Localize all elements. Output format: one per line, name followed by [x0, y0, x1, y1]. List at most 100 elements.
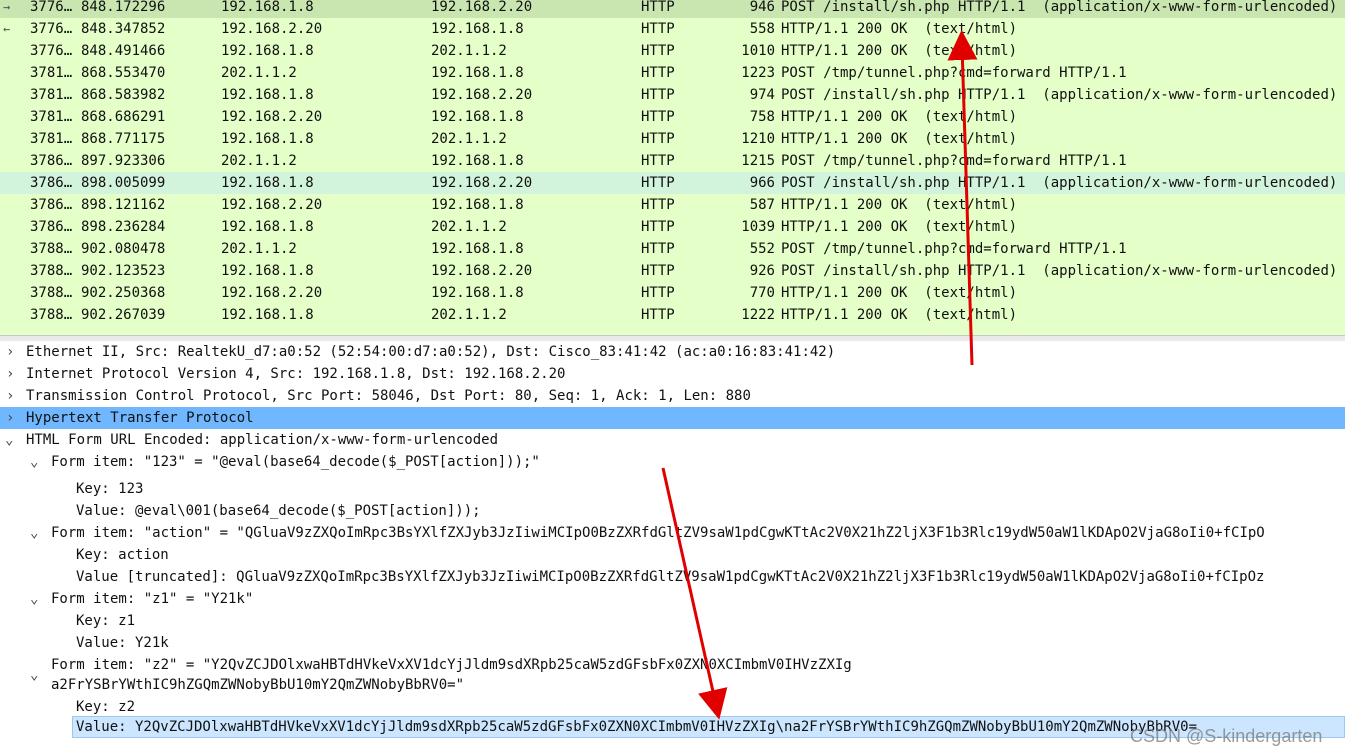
- packet-no: 3781…: [30, 131, 73, 147]
- packet-time: 868.686291: [81, 109, 166, 125]
- packet-dst: 192.168.1.8: [431, 109, 524, 125]
- tree-key[interactable]: Key: 123: [0, 478, 1345, 500]
- packet-proto: HTTP: [641, 131, 675, 147]
- tree-ip[interactable]: › Internet Protocol Version 4, Src: 192.…: [0, 363, 1345, 385]
- packet-row[interactable]: 3788… 902.250368 192.168.2.20 192.168.1.8 HT…: [0, 282, 1345, 304]
- packet-row[interactable]: 3776… 848.491466 192.168.1.8 202.1.1.2 HTTP 1…: [0, 40, 1345, 62]
- watermark: CSDN @S-kindergarten: [1130, 726, 1323, 746]
- packet-row[interactable]: 3776… 848.172296 192.168.1.8 192.168.2.20 HT…: [0, 0, 1345, 18]
- packet-list[interactable]: 3776… 848.172296 192.168.1.8 192.168.2.20 HT…: [0, 0, 1345, 336]
- tree-tcp[interactable]: › Transmission Control Protocol, Src Por…: [0, 385, 1345, 407]
- packet-row[interactable]: 3781… 868.583982 192.168.1.8 192.168.2.20 HT…: [0, 84, 1345, 106]
- packet-info: HTTP/1.1 200 OK (text/html): [781, 285, 1018, 301]
- packet-no: 3786…: [30, 197, 73, 213]
- packet-dst: 192.168.1.8: [431, 21, 524, 37]
- tree-form-item-123[interactable]: ⌄ Form item: "123" = "@eval(base64_decod…: [0, 451, 1345, 473]
- packet-row[interactable]: 3786… 898.005099 192.168.1.8 192.168.2.20 HT…: [0, 172, 1345, 194]
- tree-key[interactable]: Key: z1: [0, 610, 1345, 632]
- packet-time: 848.347852: [81, 21, 166, 37]
- tree-form-item-action[interactable]: ⌄ Form item: "action" = "QGluaV9zZXQoImR…: [0, 522, 1345, 544]
- packet-len: 1215: [741, 153, 775, 169]
- packet-row[interactable]: 3786… 897.923306 202.1.1.2 192.168.1.8 HTTP 1…: [0, 150, 1345, 172]
- packet-dst: 202.1.1.2: [431, 131, 507, 147]
- packet-details-pane[interactable]: › Ethernet II, Src: RealtekU_d7:a0:52 (5…: [0, 341, 1345, 756]
- packet-no: 3776…: [30, 0, 73, 15]
- packet-row[interactable]: 3776… 848.347852 192.168.2.20 192.168.1.8 HT…: [0, 18, 1345, 40]
- packet-proto: HTTP: [641, 0, 675, 15]
- chevron-down-icon[interactable]: ⌄: [5, 429, 13, 451]
- packet-no: 3781…: [30, 87, 73, 103]
- packet-proto: HTTP: [641, 307, 675, 323]
- packet-len: 587: [749, 197, 775, 213]
- packet-proto: HTTP: [641, 197, 675, 213]
- tree-form-item-z2[interactable]: Form item: "z2" = "Y2QvZCJDOlxwaHBTdHVke…: [0, 654, 1345, 676]
- packet-time: 868.583982: [81, 87, 166, 103]
- packet-src: 202.1.1.2: [221, 65, 297, 81]
- packet-src: 192.168.2.20: [221, 109, 323, 125]
- packet-row[interactable]: 3786… 898.236284 192.168.1.8 202.1.1.2 HTTP 1…: [0, 216, 1345, 238]
- packet-len: 558: [749, 21, 775, 37]
- packet-info: POST /tmp/tunnel.php?cmd=forward HTTP/1.…: [781, 65, 1127, 81]
- chevron-right-icon[interactable]: ›: [6, 385, 14, 407]
- packet-info: HTTP/1.1 200 OK (text/html): [781, 21, 1018, 37]
- packet-no: 3786…: [30, 153, 73, 169]
- chevron-right-icon[interactable]: ›: [6, 407, 14, 429]
- packet-dst: 192.168.2.20: [431, 87, 533, 103]
- packet-row[interactable]: 3786… 898.121162 192.168.2.20 192.168.1.8 HT…: [0, 194, 1345, 216]
- chevron-right-icon[interactable]: ›: [6, 363, 14, 385]
- chevron-down-icon[interactable]: ⌄: [30, 674, 38, 686]
- packet-time: 898.005099: [81, 175, 166, 191]
- tree-label: Form item: "action" = "QGluaV9zZXQoImRpc…: [51, 525, 1265, 541]
- tree-value[interactable]: Value [truncated]: QGluaV9zZXQoImRpc3BsY…: [0, 566, 1345, 588]
- packet-info: HTTP/1.1 200 OK (text/html): [781, 219, 1018, 235]
- packet-info: HTTP/1.1 200 OK (text/html): [781, 307, 1018, 323]
- tree-key[interactable]: Key: z2: [0, 696, 1345, 718]
- packet-len: 1223: [741, 65, 775, 81]
- packet-src: 202.1.1.2: [221, 153, 297, 169]
- packet-len: 1222: [741, 307, 775, 323]
- packet-src: 192.168.1.8: [221, 219, 314, 235]
- packet-proto: HTTP: [641, 65, 675, 81]
- tree-form[interactable]: ⌄ HTML Form URL Encoded: application/x-w…: [0, 429, 1345, 451]
- packet-row[interactable]: 3781… 868.686291 192.168.2.20 192.168.1.8 HT…: [0, 106, 1345, 128]
- packet-row[interactable]: 3788… 902.267039 192.168.1.8 202.1.1.2 HTTP 1…: [0, 304, 1345, 326]
- packet-time: 902.267039: [81, 307, 166, 323]
- packet-dst: 192.168.1.8: [431, 197, 524, 213]
- packet-src: 192.168.2.20: [221, 21, 323, 37]
- packet-info: POST /tmp/tunnel.php?cmd=forward HTTP/1.…: [781, 241, 1127, 257]
- tree-value[interactable]: Value: @eval\001(base64_decode($_POST[ac…: [0, 500, 1345, 522]
- packet-time: 897.923306: [81, 153, 166, 169]
- packet-row[interactable]: 3781… 868.553470 202.1.1.2 192.168.1.8 HTTP 1…: [0, 62, 1345, 84]
- packet-proto: HTTP: [641, 87, 675, 103]
- tree-ethernet[interactable]: › Ethernet II, Src: RealtekU_d7:a0:52 (5…: [0, 341, 1345, 363]
- packet-time: 868.771175: [81, 131, 166, 147]
- tree-label: HTML Form URL Encoded: application/x-www…: [26, 432, 499, 448]
- tree-form-item-z2-cont[interactable]: ⌄ a2FrYSBrYWthIC9hZGQmZWNobyBbU10mY2QmZW…: [0, 674, 1345, 696]
- packet-src: 202.1.1.2: [221, 241, 297, 257]
- packet-row[interactable]: 3781… 868.771175 192.168.1.8 202.1.1.2 HTTP 1…: [0, 128, 1345, 150]
- request-marker-icon: →: [3, 0, 11, 14]
- chevron-right-icon[interactable]: ›: [6, 341, 14, 363]
- packet-row[interactable]: 3788… 902.123523 192.168.1.8 192.168.2.20 HT…: [0, 260, 1345, 282]
- packet-src: 192.168.1.8: [221, 131, 314, 147]
- chevron-down-icon[interactable]: ⌄: [30, 451, 38, 473]
- packet-time: 902.080478: [81, 241, 166, 257]
- packet-len: 974: [749, 87, 775, 103]
- packet-no: 3786…: [30, 175, 73, 191]
- packet-info: POST /install/sh.php HTTP/1.1 (applicati…: [781, 0, 1338, 15]
- packet-row[interactable]: 3788… 902.080478 202.1.1.2 192.168.1.8 HTTP 5…: [0, 238, 1345, 260]
- packet-len: 552: [749, 241, 775, 257]
- packet-info: HTTP/1.1 200 OK (text/html): [781, 109, 1018, 125]
- packet-src: 192.168.2.20: [221, 197, 323, 213]
- tree-label: Transmission Control Protocol, Src Port:…: [26, 388, 751, 404]
- tree-label: Ethernet II, Src: RealtekU_d7:a0:52 (52:…: [26, 344, 836, 360]
- chevron-down-icon[interactable]: ⌄: [30, 588, 38, 610]
- tree-http[interactable]: › Hypertext Transfer Protocol: [0, 407, 1345, 429]
- packet-dst: 192.168.1.8: [431, 65, 524, 81]
- tree-key[interactable]: Key: action: [0, 544, 1345, 566]
- tree-form-item-z1[interactable]: ⌄ Form item: "z1" = "Y21k": [0, 588, 1345, 610]
- packet-time: 902.250368: [81, 285, 166, 301]
- tree-value[interactable]: Value: Y21k: [0, 632, 1345, 654]
- packet-len: 1039: [741, 219, 775, 235]
- chevron-down-icon[interactable]: ⌄: [30, 522, 38, 544]
